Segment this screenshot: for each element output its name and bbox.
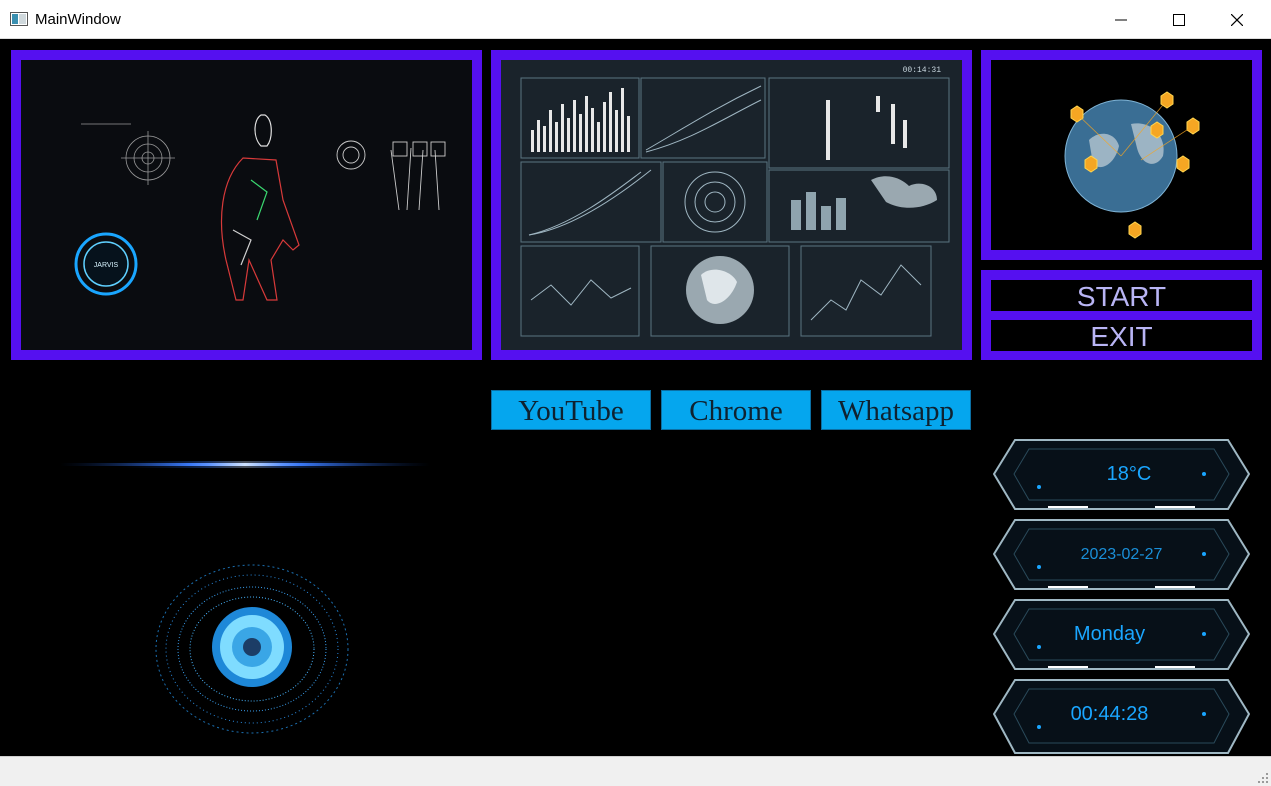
close-button[interactable] xyxy=(1208,0,1266,39)
status-bar xyxy=(0,756,1271,786)
jarvis-badge: JARVIS xyxy=(94,262,119,269)
resize-grip-icon[interactable] xyxy=(1258,773,1268,783)
glow-line xyxy=(60,461,430,468)
whatsapp-button[interactable]: Whatsapp xyxy=(821,390,971,430)
time-value: 00:44:28 xyxy=(1070,703,1149,725)
title-bar: MainWindow xyxy=(0,0,1271,39)
day-value: Monday xyxy=(1073,623,1146,645)
globe-panel xyxy=(981,50,1262,260)
ironman-image: JARVIS xyxy=(21,60,472,350)
date-value: 2023-02-27 xyxy=(1080,546,1163,563)
chrome-button[interactable]: Chrome xyxy=(661,390,811,430)
start-button[interactable]: START xyxy=(991,280,1252,312)
date-widget: 2023-02-27 xyxy=(993,517,1250,592)
day-widget: Monday xyxy=(993,597,1250,672)
maximize-button[interactable] xyxy=(1150,0,1208,39)
voice-orb xyxy=(155,564,349,734)
close-icon xyxy=(1231,13,1243,26)
window-title: MainWindow xyxy=(35,11,121,28)
app-icon xyxy=(10,12,28,26)
minimize-button[interactable] xyxy=(1092,0,1150,39)
dashboard-panel: 00:14:31 xyxy=(491,50,972,360)
dashboard-image: 00:14:31 xyxy=(501,60,962,350)
minimize-icon xyxy=(1115,19,1127,20)
globe-image xyxy=(991,60,1252,250)
temperature-widget: 18°C xyxy=(993,437,1250,512)
ironman-panel: JARVIS xyxy=(11,50,482,360)
temperature-value: 18°C xyxy=(1106,463,1152,485)
dashboard-clock: 00:14:31 xyxy=(903,66,942,75)
main-area: JARVIS 00:14:31 START EXIT YouTube Chrom… xyxy=(0,39,1271,756)
exit-button[interactable]: EXIT xyxy=(991,320,1252,352)
youtube-button[interactable]: YouTube xyxy=(491,390,651,430)
maximize-icon xyxy=(1173,13,1185,26)
time-widget: 00:44:28 xyxy=(993,677,1250,755)
control-frame: START EXIT xyxy=(981,270,1262,360)
